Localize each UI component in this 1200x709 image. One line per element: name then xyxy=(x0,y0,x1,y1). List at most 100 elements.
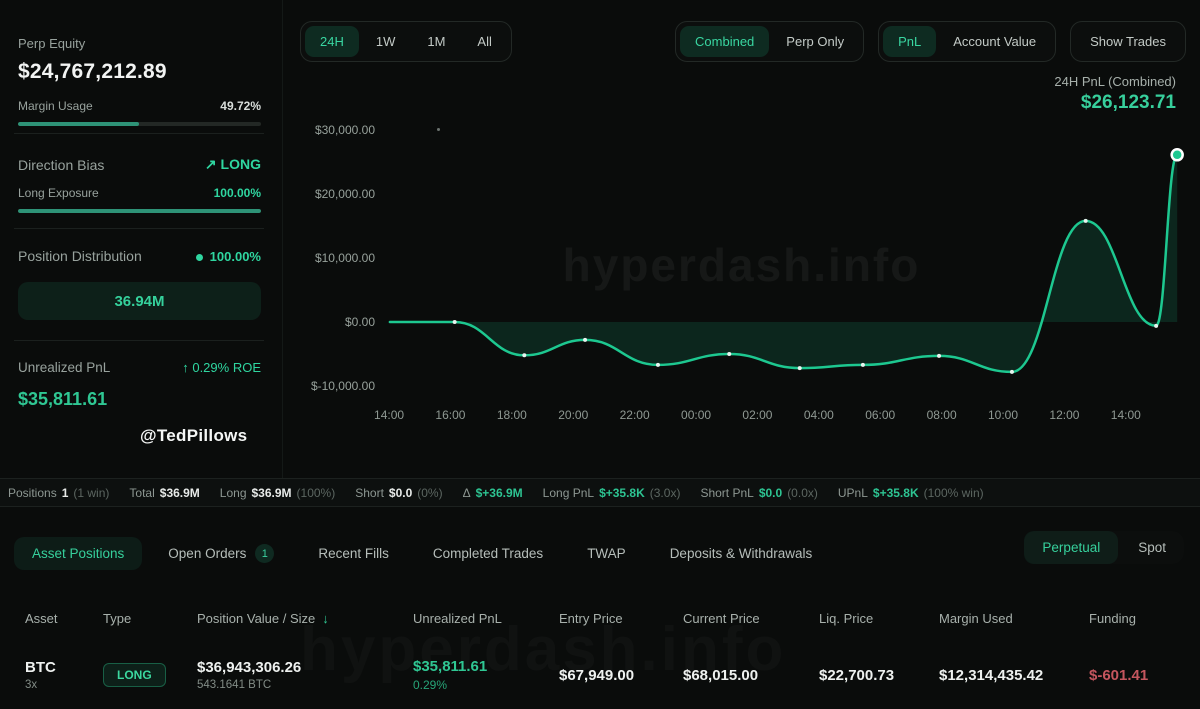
y-tick: $20,000.00 xyxy=(314,187,375,201)
chart-data-point xyxy=(655,362,660,367)
col-header-liq-price[interactable]: Liq. Price xyxy=(819,611,939,626)
metric-account-value[interactable]: Account Value xyxy=(938,26,1051,57)
stat-: Δ $+36.9M xyxy=(462,485,523,500)
stat-short-pnl: Short PnL $0.0 (0.0x) xyxy=(700,485,818,500)
table-header-row: Asset Type Position Value / Size ↓ Unrealize… xyxy=(0,611,1200,626)
tabs-row: Asset Positions Open Orders 1 Recent Fills C… xyxy=(0,507,1200,600)
tab-completed-trades[interactable]: Completed Trades xyxy=(415,537,561,570)
col-header-entry-price[interactable]: Entry Price xyxy=(559,611,683,626)
position-distribution-value: 100.00% xyxy=(195,249,261,264)
y-tick: $-10,000.00 xyxy=(310,379,375,393)
type-cell: LONG xyxy=(103,663,197,687)
unrealized-pnl-cell: $35,811.61 0.29% xyxy=(413,658,559,692)
x-tick: 16:00 xyxy=(435,408,466,422)
tab-deposits-withdrawals[interactable]: Deposits & Withdrawals xyxy=(652,537,831,570)
direction-bias-label: Direction Bias xyxy=(18,156,105,173)
metric-pnl[interactable]: PnL xyxy=(883,26,937,57)
chart-data-point xyxy=(797,366,802,371)
col-header-margin-used[interactable]: Margin Used xyxy=(939,611,1089,626)
direction-bias-value: ↗ LONG xyxy=(204,156,261,172)
chart-data-point xyxy=(727,352,732,356)
timeframe-1w[interactable]: 1W xyxy=(361,26,411,57)
chart-end-point xyxy=(1170,148,1184,162)
chart-toolbar: Combined Perp Only PnL Account Value Show … xyxy=(675,21,1186,62)
tab-recent-fills[interactable]: Recent Fills xyxy=(300,537,407,570)
y-tick: $10,000.00 xyxy=(314,251,375,265)
x-tick: 12:00 xyxy=(1049,408,1080,422)
stat-long: Long $36.9M (100%) xyxy=(219,485,336,500)
timeframe-toolbar: 24H 1W 1M All xyxy=(300,21,512,62)
col-header-funding[interactable]: Funding xyxy=(1089,611,1200,626)
unrealized-pnl-label: Unrealized PnL xyxy=(18,360,111,375)
stat-short: Short $0.0 (0%) xyxy=(355,485,443,500)
scope-perp-only[interactable]: Perp Only xyxy=(771,26,859,57)
col-header-position-value-size[interactable]: Position Value / Size ↓ xyxy=(197,611,413,626)
perp-equity-value: $24,767,212.89 xyxy=(18,60,167,83)
position-value: $36,943,306.26 xyxy=(197,659,302,676)
x-tick: 06:00 xyxy=(865,408,896,422)
col-header-current-price[interactable]: Current Price xyxy=(683,611,819,626)
market-spot[interactable]: Spot xyxy=(1120,531,1184,564)
perp-equity-label: Perp Equity xyxy=(18,36,86,51)
x-tick: 04:00 xyxy=(803,408,834,422)
market-toggle: Perpetual Spot xyxy=(1024,531,1184,564)
scope-combined[interactable]: Combined xyxy=(680,26,770,57)
long-exposure-value: 100.00% xyxy=(213,186,261,200)
arrow-up-icon: ↑ xyxy=(182,360,189,375)
chart-data-point xyxy=(1154,323,1159,328)
market-perpetual[interactable]: Perpetual xyxy=(1024,531,1119,564)
stat-long-pnl: Long PnL $+35.8K (3.0x) xyxy=(542,485,681,500)
pnl-header-value: $26,123.71 xyxy=(1080,92,1176,113)
metric-group: PnL Account Value xyxy=(878,21,1057,62)
pnl-chart-svg[interactable] xyxy=(385,125,1195,405)
liq-price-cell: $22,700.73 xyxy=(819,666,895,684)
chart-data-point xyxy=(583,337,588,342)
x-tick: 10:00 xyxy=(988,408,1019,422)
tab-open-orders[interactable]: Open Orders 1 xyxy=(150,535,292,572)
asset-symbol: BTC xyxy=(25,659,56,676)
show-trades-button[interactable]: Show Trades xyxy=(1075,26,1181,57)
col-header-type[interactable]: Type xyxy=(103,611,197,626)
tab-asset-positions[interactable]: Asset Positions xyxy=(14,537,143,570)
section-divider xyxy=(14,340,264,341)
tab-twap[interactable]: TWAP xyxy=(569,537,644,570)
scope-group: Combined Perp Only xyxy=(675,21,865,62)
col-header-unrealized-pnl[interactable]: Unrealized PnL xyxy=(413,611,559,626)
tab-badge: 1 xyxy=(255,544,275,563)
roe-value: ↑ 0.29% ROE xyxy=(182,360,261,375)
y-tick: $30,000.00 xyxy=(314,123,375,137)
current-price-cell: $68,015.00 xyxy=(683,666,759,684)
section-divider xyxy=(14,228,264,229)
table-row[interactable]: BTC 3x LONG $36,943,306.26 543.1641 BTC … xyxy=(0,648,1200,702)
timeframe-24h[interactable]: 24H xyxy=(305,26,359,57)
chart-data-point xyxy=(1009,369,1014,374)
chart-data-point xyxy=(1083,218,1088,223)
margin-usage-bar xyxy=(18,122,261,126)
timeframe-1m[interactable]: 1M xyxy=(412,26,460,57)
x-tick: 14:00 xyxy=(1110,408,1141,422)
x-tick: 14:00 xyxy=(374,408,405,422)
margin-usage-label: Margin Usage xyxy=(18,99,93,113)
pnl-header-label: 24H PnL (Combined) xyxy=(1054,74,1176,89)
col-header-asset[interactable]: Asset xyxy=(25,611,103,626)
market-toggle-group: Perpetual Spot xyxy=(1024,531,1184,564)
chart-data-point xyxy=(860,362,865,367)
x-tick: 00:00 xyxy=(681,408,712,422)
timeframe-group: 24H 1W 1M All xyxy=(300,21,512,62)
chart-data-point xyxy=(452,320,457,324)
long-exposure-bar xyxy=(18,209,261,213)
distribution-block[interactable]: 36.94M xyxy=(18,282,261,320)
asset-cell: BTC 3x xyxy=(25,659,103,691)
entry-price-cell: $67,949.00 xyxy=(559,666,635,684)
positions-table: hyperdash.info AssetTypePosition Value /… xyxy=(0,600,1200,709)
unrealized-pnl-card: Unrealized PnL ↑ 0.29% ROE $35,811.61 xyxy=(18,360,261,410)
asset-leverage: 3x xyxy=(25,679,38,691)
funding-cell: $-601.41 xyxy=(1089,666,1149,684)
chart-section: 24H 1W 1M All Combined Perp Only PnL Account … xyxy=(283,0,1200,478)
x-tick: 08:00 xyxy=(926,408,957,422)
x-tick: 02:00 xyxy=(742,408,773,422)
timeframe-all[interactable]: All xyxy=(462,26,506,57)
stat-total: Total $36.9M xyxy=(129,485,200,500)
sort-down-icon: ↓ xyxy=(322,611,329,626)
chart-data-point xyxy=(522,353,527,358)
